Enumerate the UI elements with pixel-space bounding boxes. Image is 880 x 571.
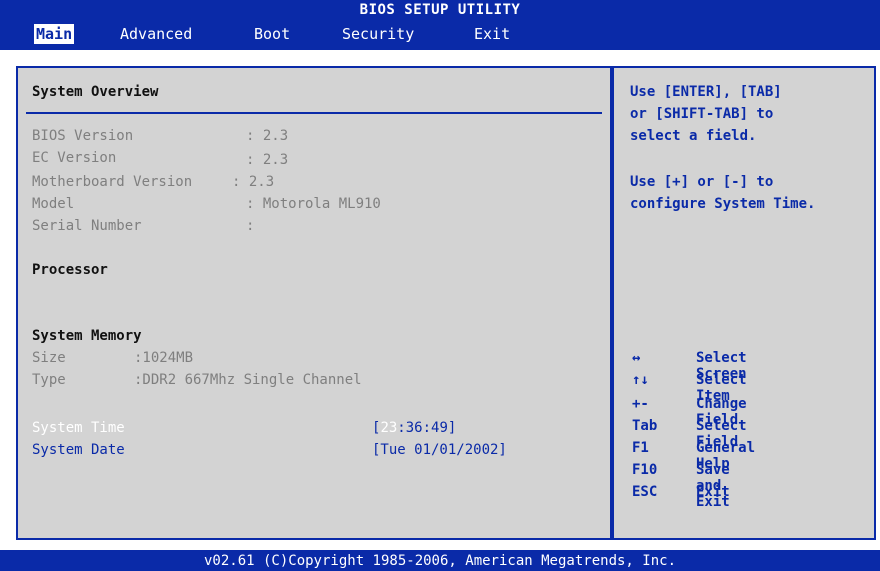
tab-boot[interactable]: Boot bbox=[254, 24, 290, 44]
help-line-2: or [SHIFT-TAB] to bbox=[630, 106, 774, 122]
key-plus-minus: +- bbox=[632, 396, 649, 412]
tab-bar: Main Advanced Boot Security Exit bbox=[0, 20, 880, 50]
window-title: BIOS SETUP UTILITY bbox=[359, 2, 521, 18]
key-arrows-ud-icon: ↑↓ bbox=[632, 372, 649, 388]
key-desc: Exit bbox=[696, 484, 730, 500]
copyright-text: v02.61 (C)Copyright 1985-2006, American … bbox=[203, 553, 676, 569]
serial-number-value: : bbox=[246, 218, 255, 234]
model-label: Model bbox=[32, 196, 75, 212]
memory-type-label: Type bbox=[32, 372, 66, 388]
time-rest: :36:49] bbox=[397, 420, 457, 436]
key-tab: Tab bbox=[632, 418, 658, 434]
help-line-1: Use [ENTER], [TAB] bbox=[630, 84, 782, 100]
system-date-value[interactable]: [Tue 01/01/2002] bbox=[372, 442, 507, 458]
tab-security[interactable]: Security bbox=[342, 24, 414, 44]
system-time-label[interactable]: System Time bbox=[32, 420, 125, 436]
bios-version-value: : 2.3 bbox=[246, 128, 289, 144]
system-overview-header: System Overview bbox=[32, 84, 159, 100]
tab-exit[interactable]: Exit bbox=[474, 24, 510, 44]
memory-size-value: :1024MB bbox=[134, 350, 194, 366]
key-esc: ESC bbox=[632, 484, 658, 500]
ec-version-label: EC Version bbox=[32, 150, 117, 166]
help-line-4: Use [+] or [-] to bbox=[630, 174, 774, 190]
tab-advanced[interactable]: Advanced bbox=[120, 24, 192, 44]
help-line-3: select a field. bbox=[630, 128, 757, 144]
time-hour-field[interactable]: 23 bbox=[380, 420, 397, 436]
motherboard-version-label: Motherboard Version bbox=[32, 174, 193, 190]
motherboard-version-value: : 2.3 bbox=[232, 174, 275, 190]
model-value: : Motorola ML910 bbox=[246, 196, 381, 212]
title-bar: BIOS SETUP UTILITY bbox=[0, 0, 880, 20]
tab-main[interactable]: Main bbox=[34, 24, 75, 44]
ec-version-value: : 2.3 bbox=[246, 152, 289, 168]
key-f10: F10 bbox=[632, 462, 658, 478]
serial-number-label: Serial Number bbox=[32, 218, 142, 234]
key-f1: F1 bbox=[632, 440, 649, 456]
footer-bar: v02.61 (C)Copyright 1985-2006, American … bbox=[0, 550, 880, 571]
processor-header: Processor bbox=[32, 262, 108, 278]
system-memory-header: System Memory bbox=[32, 328, 142, 344]
key-arrows-lr-icon: ↔ bbox=[632, 350, 641, 366]
bios-version-label: BIOS Version bbox=[32, 128, 134, 144]
overview-divider bbox=[26, 112, 602, 114]
help-line-5: configure System Time. bbox=[630, 196, 816, 212]
memory-size-label: Size bbox=[32, 350, 66, 366]
bios-screen: BIOS SETUP UTILITY Main Advanced Boot Se… bbox=[0, 0, 880, 571]
system-date-label[interactable]: System Date bbox=[32, 442, 125, 458]
system-time-value[interactable]: [23:36:49] bbox=[372, 420, 456, 436]
memory-type-value: :DDR2 667Mhz Single Channel bbox=[134, 372, 362, 388]
